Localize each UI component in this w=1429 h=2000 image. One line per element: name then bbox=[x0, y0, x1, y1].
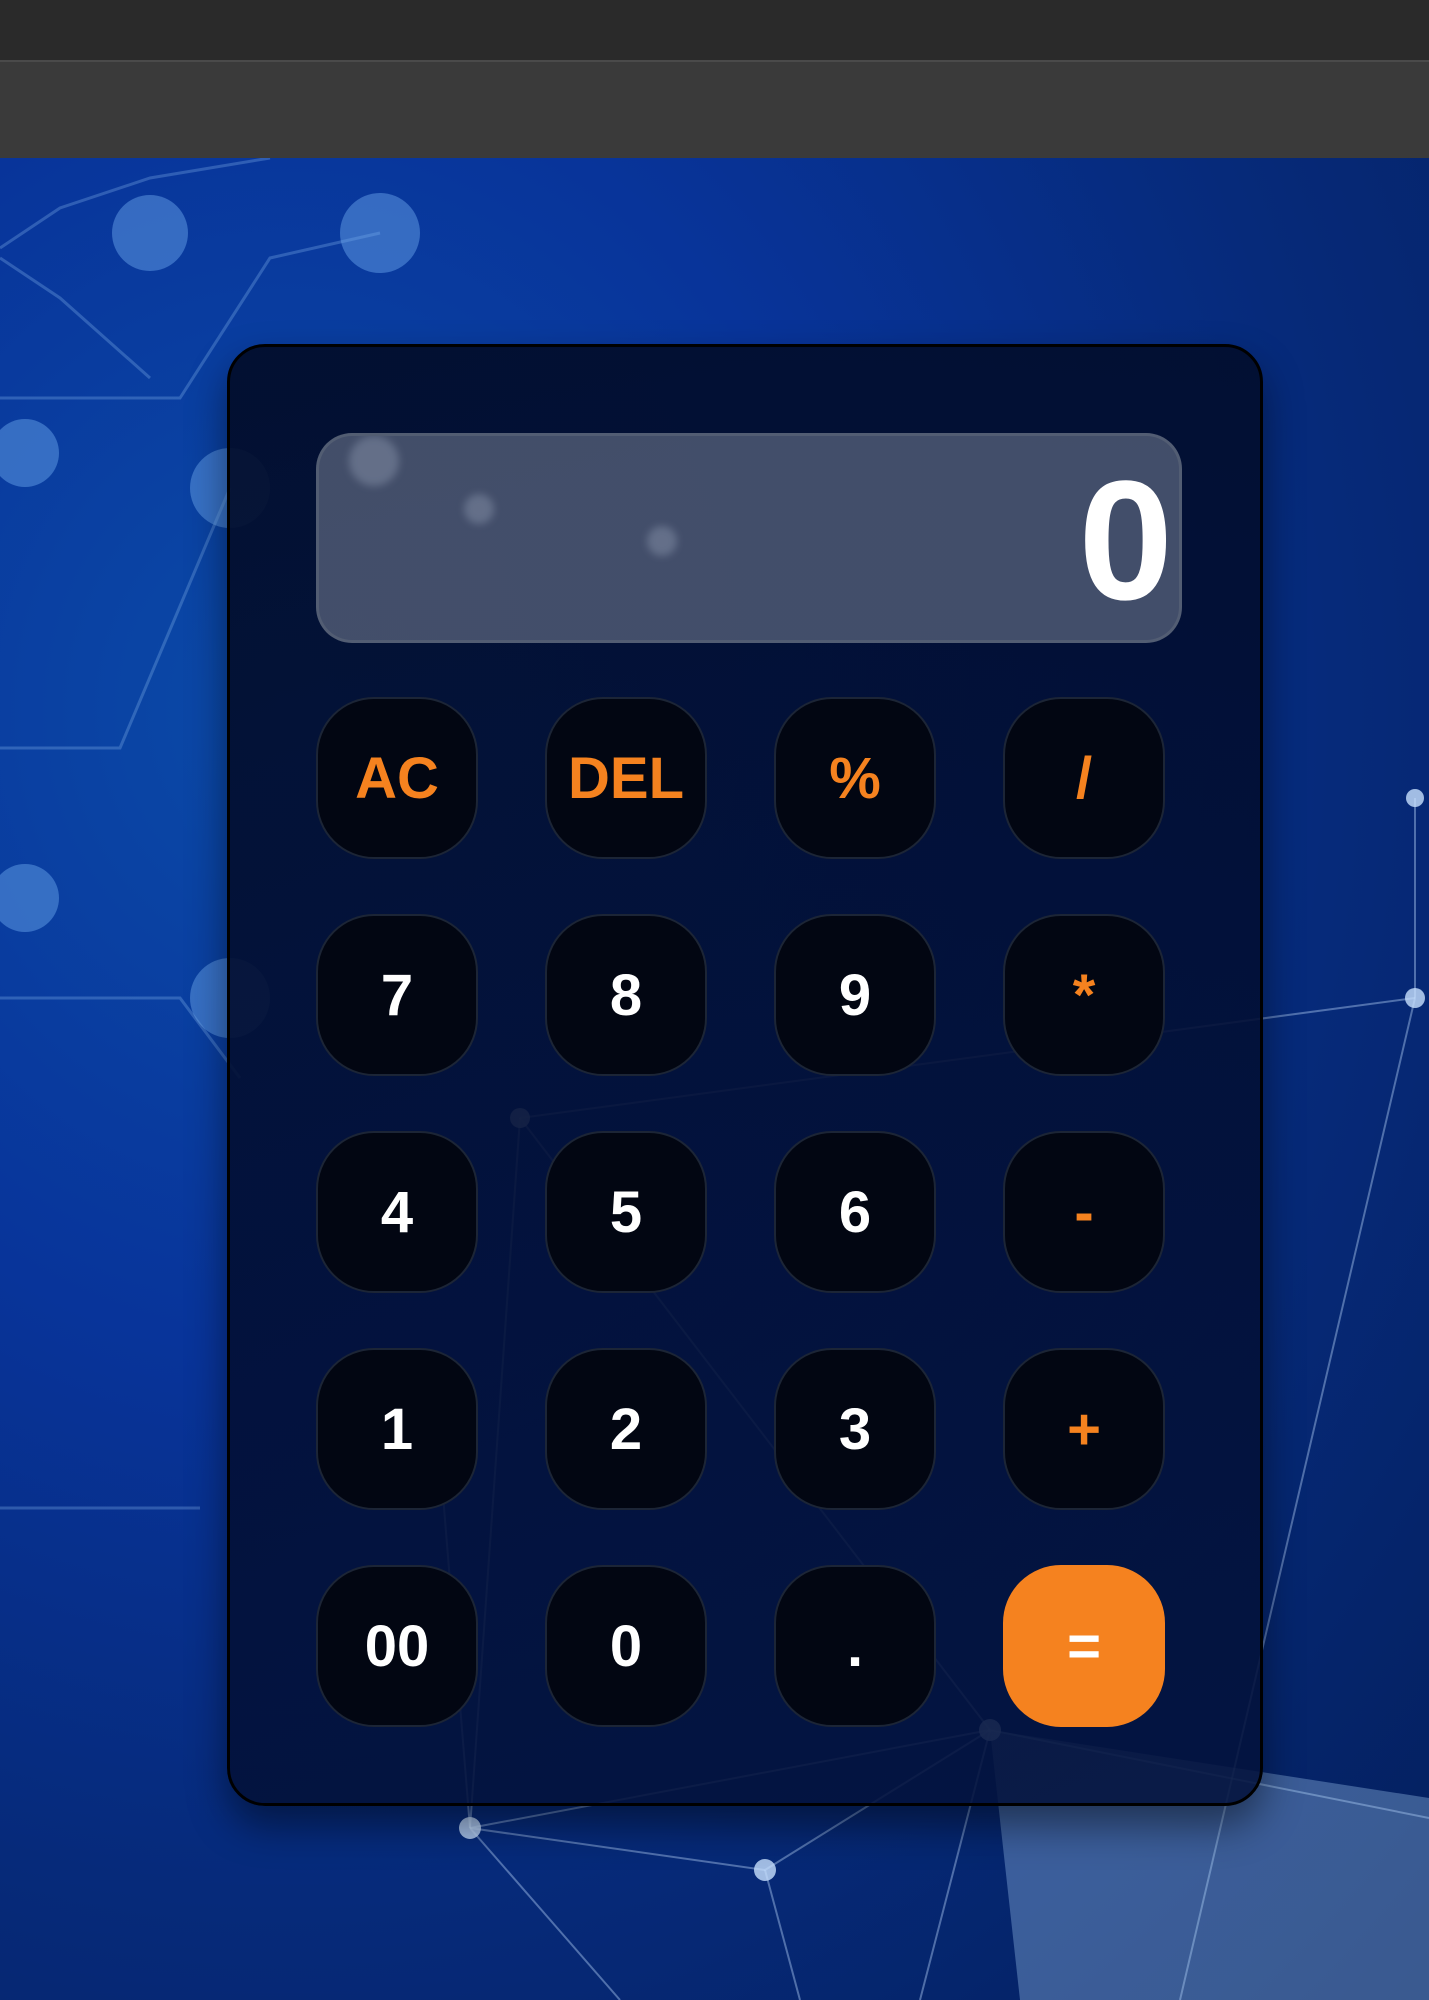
equals-button[interactable]: = bbox=[1003, 1565, 1165, 1727]
calculator-display: 0 bbox=[316, 433, 1182, 643]
multiply-button[interactable]: * bbox=[1003, 914, 1165, 1076]
subtract-button[interactable]: - bbox=[1003, 1131, 1165, 1293]
digit-6-button[interactable]: 6 bbox=[774, 1131, 936, 1293]
digit-0-button[interactable]: 0 bbox=[545, 1565, 707, 1727]
double-zero-button[interactable]: 00 bbox=[316, 1565, 478, 1727]
calculator: 0 AC DEL % / 7 8 9 * 4 5 6 - 1 2 3 + 00 … bbox=[227, 344, 1263, 1806]
display-value: 0 bbox=[1078, 446, 1173, 636]
digit-3-button[interactable]: 3 bbox=[774, 1348, 936, 1510]
delete-button[interactable]: DEL bbox=[545, 697, 707, 859]
divide-button[interactable]: / bbox=[1003, 697, 1165, 859]
clear-all-button[interactable]: AC bbox=[316, 697, 478, 859]
percent-button[interactable]: % bbox=[774, 697, 936, 859]
browser-toolbar bbox=[0, 62, 1429, 158]
digit-2-button[interactable]: 2 bbox=[545, 1348, 707, 1510]
browser-title-bar bbox=[0, 0, 1429, 62]
decimal-button[interactable]: . bbox=[774, 1565, 936, 1727]
digit-5-button[interactable]: 5 bbox=[545, 1131, 707, 1293]
digit-8-button[interactable]: 8 bbox=[545, 914, 707, 1076]
digit-7-button[interactable]: 7 bbox=[316, 914, 478, 1076]
page-viewport: 0 AC DEL % / 7 8 9 * 4 5 6 - 1 2 3 + 00 … bbox=[0, 158, 1429, 2000]
digit-1-button[interactable]: 1 bbox=[316, 1348, 478, 1510]
digit-9-button[interactable]: 9 bbox=[774, 914, 936, 1076]
add-button[interactable]: + bbox=[1003, 1348, 1165, 1510]
digit-4-button[interactable]: 4 bbox=[316, 1131, 478, 1293]
